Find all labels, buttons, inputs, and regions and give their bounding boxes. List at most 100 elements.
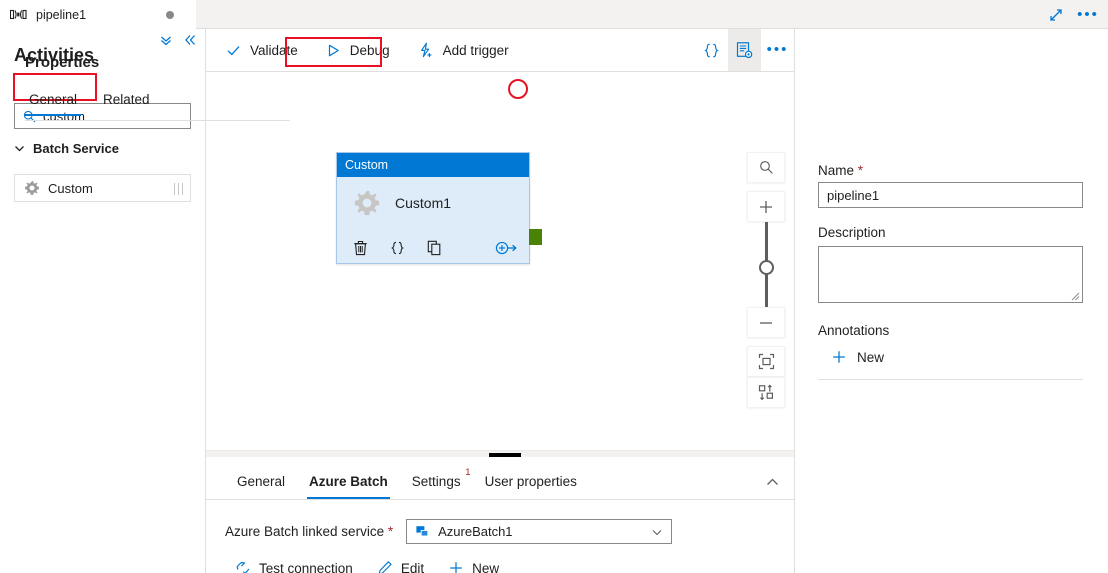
window-more-icon[interactable]: ••• [1074, 2, 1102, 28]
zoom-slider-knob[interactable] [759, 260, 774, 275]
gear-icon [353, 189, 381, 217]
sidebar-group-label: Batch Service [33, 141, 119, 156]
description-field-label: Description [818, 225, 886, 240]
test-connection-label: Test connection [259, 560, 353, 573]
chevron-down-icon [651, 526, 663, 538]
double-chevron-down-icon[interactable] [159, 33, 173, 47]
test-connection-button[interactable]: Test connection [233, 558, 355, 573]
lightning-plus-icon [418, 42, 434, 58]
copy-icon[interactable] [427, 240, 442, 256]
plus-icon [831, 349, 847, 365]
zoom-slider[interactable] [747, 222, 785, 307]
new-linked-service-button[interactable]: New [446, 558, 501, 573]
add-annotation-button[interactable]: New [825, 348, 890, 366]
linked-service-label: Azure Batch linked service * [225, 524, 394, 539]
activity-node-header: Custom [337, 153, 529, 177]
edit-label: Edit [400, 560, 425, 573]
chevron-down-icon [14, 143, 25, 154]
tab-settings[interactable]: Settings 1 [400, 467, 473, 499]
linked-service-value: AzureBatch1 [438, 524, 513, 539]
code-braces-icon[interactable] [390, 240, 405, 256]
activity-node-body: Custom1 [337, 177, 529, 264]
linked-service-actions: Test connection Edit New [233, 558, 501, 573]
validate-label: Validate [250, 42, 298, 58]
toolbar-more-icon[interactable]: ••• [761, 29, 794, 71]
properties-panel-icon[interactable] [728, 29, 761, 71]
annotations-divider [818, 379, 1083, 380]
app-root: pipeline1 ••• Activities custom Batch Se… [0, 0, 1108, 573]
annotations-label: Annotations [818, 323, 890, 338]
pipeline-tab[interactable]: pipeline1 [0, 0, 196, 29]
tab-general[interactable]: General [225, 474, 297, 499]
pipeline-tab-label: pipeline1 [36, 7, 87, 22]
azure-batch-pane: Azure Batch linked service * AzureBatch1 [206, 500, 794, 573]
add-output-arrow-icon[interactable] [495, 240, 517, 256]
properties-tabs: General Related [25, 92, 154, 116]
zoom-tools-gap [747, 183, 785, 191]
sidebar-group-batch-service[interactable]: Batch Service [14, 141, 119, 156]
sidebar-header-actions [159, 33, 197, 47]
description-textarea[interactable] [818, 246, 1083, 303]
canvas-zoom-tools [747, 152, 785, 408]
pipeline-toolbar: Validate Debug Add trigger ••• [206, 29, 794, 72]
double-chevron-left-icon[interactable] [183, 33, 197, 47]
required-marker: * [387, 524, 394, 539]
required-marker: * [857, 163, 864, 178]
activity-item-custom[interactable]: Custom [14, 174, 191, 202]
fit-to-screen-icon[interactable] [747, 346, 785, 377]
properties-tab-related[interactable]: Related [99, 92, 154, 116]
gear-icon [24, 180, 40, 196]
debug-label: Debug [349, 42, 390, 58]
zoom-tools-gap-2 [747, 338, 785, 346]
activity-node-custom1[interactable]: Custom Custom1 [336, 152, 530, 264]
add-trigger-label: Add trigger [442, 42, 509, 58]
expand-diagonal-icon[interactable] [1042, 2, 1070, 28]
window-actions: ••• [1042, 0, 1102, 29]
toolbar-right-actions: ••• [695, 29, 794, 71]
linked-service-dropdown[interactable]: AzureBatch1 [406, 519, 673, 544]
zoom-in-button[interactable] [747, 191, 785, 222]
edit-button[interactable]: Edit [375, 558, 426, 573]
plus-icon [448, 560, 464, 573]
properties-tab-general[interactable]: General [25, 92, 82, 116]
activity-node-actions [353, 240, 517, 256]
properties-title: Properties [25, 54, 100, 71]
new-label: New [472, 560, 500, 573]
properties-tabs-divider [25, 120, 290, 121]
add-trigger-button[interactable]: Add trigger [416, 39, 511, 61]
tab-azure-batch[interactable]: Azure Batch [297, 474, 400, 499]
activity-detail-tabs: General Azure Batch Settings 1 User prop… [206, 457, 794, 500]
drag-grip-icon[interactable] [173, 183, 183, 195]
pipeline-icon [10, 8, 27, 21]
tab-settings-badge: 1 [465, 467, 471, 478]
activity-node-title: Custom1 [395, 195, 452, 211]
name-input[interactable] [818, 182, 1083, 208]
trash-icon[interactable] [353, 240, 368, 256]
chevron-up-icon[interactable] [765, 475, 780, 490]
zoom-out-button[interactable] [747, 307, 785, 338]
linked-service-row: Azure Batch linked service * AzureBatch1 [225, 519, 673, 544]
test-connection-icon [235, 560, 251, 573]
tab-user-properties[interactable]: User properties [473, 474, 589, 499]
pipeline-editor: Validate Debug Add trigger ••• Custom Cu… [206, 29, 794, 573]
linked-service-icon [415, 524, 430, 539]
validate-button[interactable]: Validate [224, 40, 300, 61]
activity-item-label: Custom [48, 180, 93, 196]
output-connector-handle[interactable] [529, 229, 542, 245]
activity-node-main: Custom1 [337, 177, 529, 217]
code-braces-icon[interactable] [695, 29, 728, 71]
auto-align-icon[interactable] [747, 377, 785, 408]
red-circle-annotation [508, 79, 528, 99]
debug-button[interactable]: Debug [324, 40, 392, 61]
name-field-label: Name * [818, 163, 864, 178]
pencil-icon [377, 560, 393, 573]
window-tabstrip: pipeline1 ••• [0, 0, 1108, 29]
zoom-search-icon[interactable] [747, 152, 785, 183]
play-triangle-icon [326, 43, 341, 58]
checkmark-icon [226, 43, 241, 58]
tab-settings-label: Settings [411, 474, 461, 489]
add-annotation-label: New [857, 349, 885, 365]
panel-splitter[interactable] [206, 450, 794, 457]
pipeline-canvas[interactable]: Custom Custom1 [206, 72, 794, 450]
unsaved-dot [166, 11, 174, 19]
